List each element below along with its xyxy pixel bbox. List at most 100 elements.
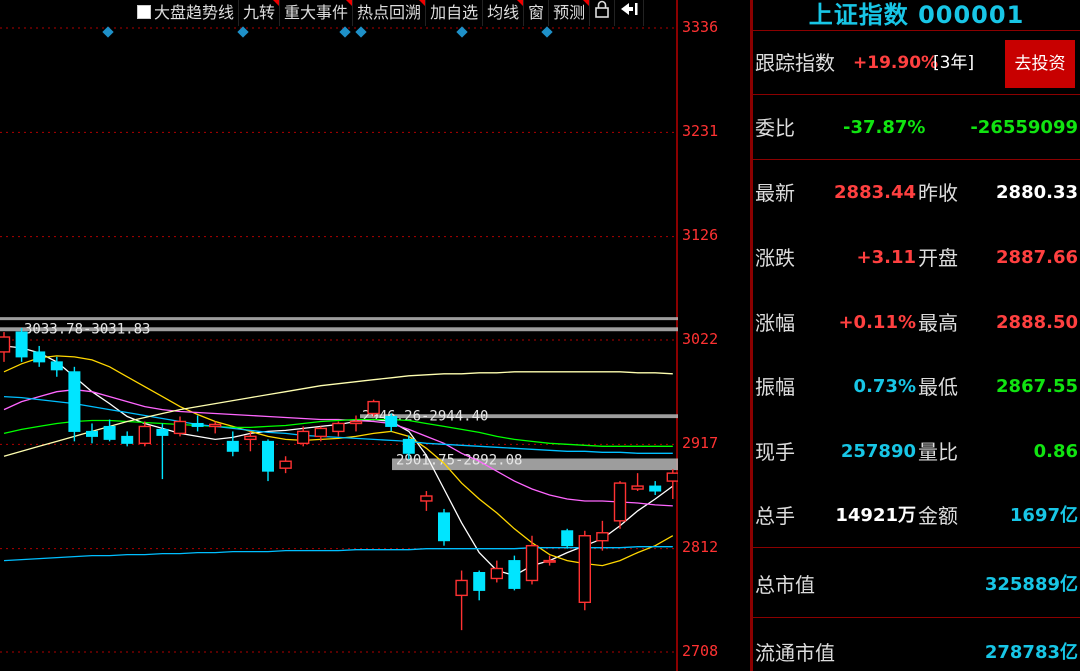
y-tick-label: 2812 xyxy=(682,538,719,556)
toolbar-window[interactable]: 窗 xyxy=(524,0,550,26)
track-period: [3年] xyxy=(933,53,975,73)
float-mv-value: 278783亿 xyxy=(984,642,1078,663)
candle-body-up xyxy=(613,482,627,522)
gap-band xyxy=(0,317,678,321)
candle-body-down xyxy=(191,422,204,427)
ma-line-long xyxy=(3,546,673,562)
low-label: 最低 xyxy=(918,375,958,399)
candle-body-up xyxy=(666,472,678,482)
exit-icon[interactable] xyxy=(615,0,645,26)
weibi-pct: -37.87% xyxy=(843,117,926,138)
quote-row-volume-now: 现手 257890 量比 0.86 xyxy=(753,435,1080,469)
candle-body-up xyxy=(455,579,468,597)
amplitude-value: 0.73% xyxy=(853,376,916,397)
candle-body-down xyxy=(50,361,63,371)
y-tick-label: 3126 xyxy=(682,226,719,244)
candle-body-up xyxy=(297,430,310,445)
quote-row-total: 总手 14921万 金额 1697亿 xyxy=(753,499,1080,533)
candle-body-down xyxy=(385,416,398,427)
weibi-value: -26559099 xyxy=(970,117,1078,138)
candle-body-down xyxy=(649,485,662,492)
volume-ratio-label: 量比 xyxy=(918,440,958,464)
lock-icon[interactable] xyxy=(590,0,616,26)
candle-body-up xyxy=(367,400,380,415)
track-label: 跟踪指数 xyxy=(755,51,835,75)
chart-toolbar: 大盘趋势线 九转 重大事件 热点回溯 加自选 均线 窗 预测 xyxy=(133,0,645,26)
candle-body-up xyxy=(631,485,644,490)
divider xyxy=(753,94,1080,95)
candle-body-up xyxy=(349,420,363,425)
total-mv-label: 总市值 xyxy=(755,573,815,597)
latest-value: 2883.44 xyxy=(834,182,916,203)
candle-body-down xyxy=(121,435,134,444)
divider xyxy=(753,159,1080,160)
track-value: +19.90% xyxy=(853,53,939,73)
candle-body-down xyxy=(68,371,81,432)
toolbar-trend-line[interactable]: 大盘趋势线 xyxy=(133,0,240,26)
quote-row-change: 涨跌 +3.11 开盘 2887.66 xyxy=(753,241,1080,275)
current-hand-label: 现手 xyxy=(755,440,795,464)
candle-body-down xyxy=(262,440,274,472)
toolbar-ma[interactable]: 均线 xyxy=(483,0,525,26)
candle-body-down xyxy=(156,428,169,436)
candle-body-up xyxy=(596,532,609,542)
candle-body-up xyxy=(208,423,222,428)
candle-body-up xyxy=(543,559,556,563)
y-tick-label: 2917 xyxy=(682,434,719,452)
total-mv-value: 325889亿 xyxy=(984,574,1078,595)
trend-line-checkbox[interactable] xyxy=(137,5,151,19)
price-axis: 3336 3231 3126 3022 2917 2812 2708 xyxy=(678,0,750,671)
candle-body-down xyxy=(438,512,450,542)
float-mv-row: 流通市值 278783亿 xyxy=(753,636,1080,670)
open-value: 2887.66 xyxy=(996,247,1078,268)
candle-body-down xyxy=(473,572,486,591)
amount-value: 1697亿 xyxy=(1009,505,1078,526)
candle-body-up xyxy=(490,567,503,580)
change-value: +3.11 xyxy=(856,247,917,268)
ma-line-ma120 xyxy=(3,371,673,457)
quote-panel: 上证指数 000001 跟踪指数 +19.90% [3年] 去投资 委比 -37… xyxy=(753,0,1080,671)
candle-body-up xyxy=(279,460,292,469)
toolbar-label: 九转 xyxy=(243,3,276,22)
weibi-row: 委比 -37.87% -26559099 xyxy=(753,111,1080,145)
y-tick-label: 3231 xyxy=(682,122,719,140)
index-title: 上证指数 000001 xyxy=(808,1,1025,29)
toolbar-label: 预测 xyxy=(553,3,586,22)
change-pct-value: +0.11% xyxy=(838,312,916,333)
quote-row-amplitude: 振幅 0.73% 最低 2867.55 xyxy=(753,370,1080,404)
float-mv-label: 流通市值 xyxy=(755,641,835,665)
quote-row-pct: 涨幅 +0.11% 最高 2888.50 xyxy=(753,306,1080,340)
high-value: 2888.50 xyxy=(996,312,1078,333)
total-hand-label: 总手 xyxy=(755,504,795,528)
amount-label: 金额 xyxy=(918,504,958,528)
toolbar-forecast[interactable]: 预测 xyxy=(549,0,591,26)
total-mv-row: 总市值 325889亿 xyxy=(753,568,1080,602)
toolbar-hot-review[interactable]: 热点回溯 xyxy=(353,0,427,26)
low-value: 2867.55 xyxy=(996,376,1078,397)
toolbar-major-events[interactable]: 重大事件 xyxy=(280,0,354,26)
prev-close-label: 昨收 xyxy=(918,181,958,205)
y-tick-label: 3336 xyxy=(682,18,719,36)
gap-annotation: 2901.75-2892.08 xyxy=(396,452,522,468)
change-label: 涨跌 xyxy=(755,246,795,270)
current-hand-value: 257890 xyxy=(840,441,916,462)
toolbar-nine-turn[interactable]: 九转 xyxy=(239,0,281,26)
high-label: 最高 xyxy=(918,311,958,335)
kline-chart[interactable]: 3033.78-3031.83 2946.26-2944.40 2901.75-28… xyxy=(0,0,678,671)
y-tick-label: 3022 xyxy=(682,330,719,348)
candle-body-down xyxy=(15,331,28,358)
candle-body-up xyxy=(525,544,539,582)
toolbar-label: 大盘趋势线 xyxy=(154,3,235,22)
volume-ratio-value: 0.86 xyxy=(1033,441,1078,462)
invest-button[interactable]: 去投资 xyxy=(1005,40,1075,88)
toolbar-add-watchlist[interactable]: 加自选 xyxy=(426,0,484,26)
candle-body-up xyxy=(173,420,187,435)
total-hand-value: 14921万 xyxy=(835,505,916,526)
candle-body-up xyxy=(0,336,11,353)
divider xyxy=(753,617,1080,618)
kline-svg[interactable]: 3033.78-3031.832946.26-2944.402901.75-28… xyxy=(0,0,678,671)
candle-body-down xyxy=(33,351,46,363)
candle-body-down xyxy=(226,440,239,452)
amplitude-label: 振幅 xyxy=(755,375,795,399)
y-tick-label: 2708 xyxy=(682,642,719,660)
